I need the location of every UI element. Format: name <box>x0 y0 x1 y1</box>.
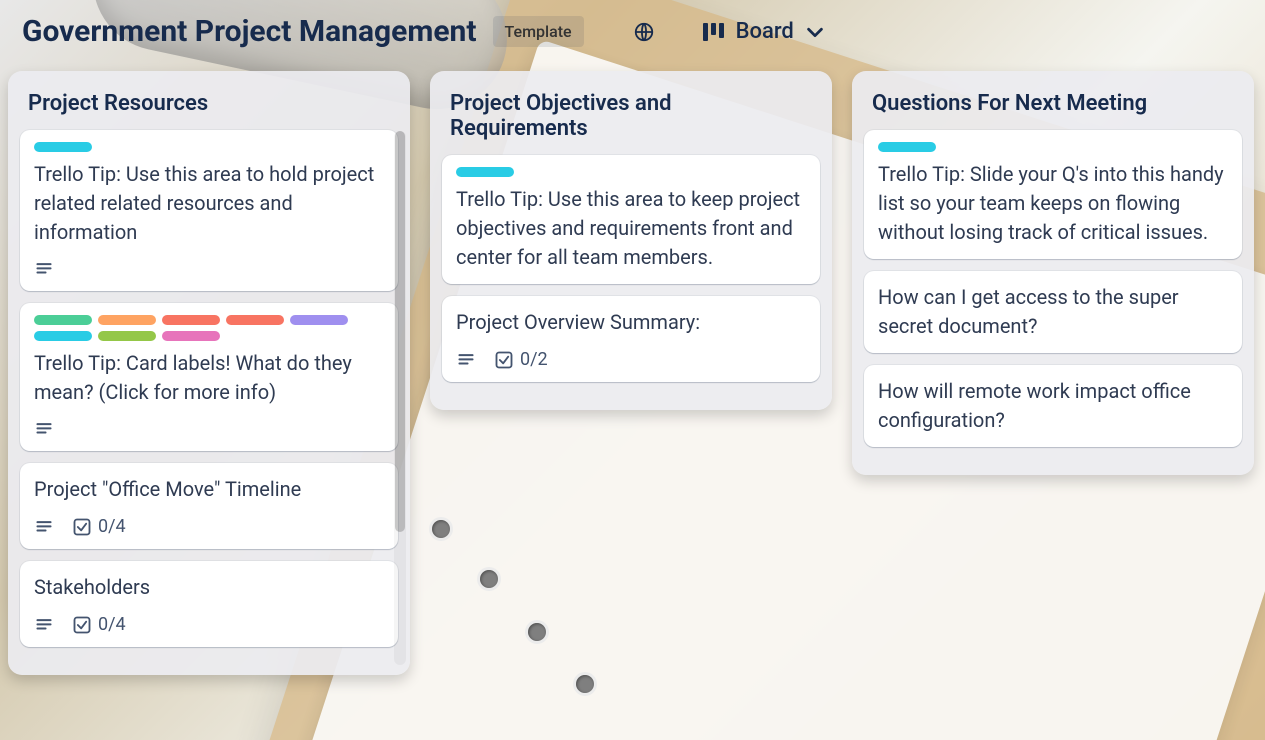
board-view-icon <box>702 21 726 43</box>
checklist-count: 0/2 <box>520 349 548 370</box>
card-badges <box>34 419 384 439</box>
label-green[interactable] <box>34 315 92 325</box>
card-badges: 0/4 <box>34 516 384 537</box>
card-labels <box>878 142 1228 152</box>
card-text: Project "Office Move" Timeline <box>34 475 384 504</box>
description-icon <box>34 517 54 537</box>
card[interactable]: Trello Tip: Slide your Q's into this han… <box>864 130 1242 259</box>
checklist-badge: 0/2 <box>494 349 548 370</box>
card[interactable]: How will remote work impact office confi… <box>864 365 1242 447</box>
checklist-icon <box>494 350 514 370</box>
checklist-badge: 0/4 <box>72 614 126 635</box>
card[interactable]: Stakeholders 0/4 <box>20 561 398 647</box>
chevron-down-icon <box>804 21 826 43</box>
card-badges <box>34 259 384 279</box>
view-label: Board <box>736 19 794 44</box>
globe-icon[interactable] <box>628 16 660 48</box>
card-labels <box>456 167 806 177</box>
label-lime[interactable] <box>98 331 156 341</box>
card-labels <box>34 315 384 341</box>
card[interactable]: Trello Tip: Use this area to hold projec… <box>20 130 398 291</box>
view-switcher[interactable]: Board <box>696 15 832 48</box>
list: Questions For Next Meeting Trello Tip: Sl… <box>852 71 1254 475</box>
card-text: Project Overview Summary: <box>456 308 806 337</box>
checklist-icon <box>72 615 92 635</box>
card-labels <box>34 142 384 152</box>
card-badges: 0/2 <box>456 349 806 370</box>
list-title[interactable]: Project Resources <box>20 85 398 130</box>
label-sky[interactable] <box>34 331 92 341</box>
card-badges: 0/4 <box>34 614 384 635</box>
template-badge[interactable]: Template <box>493 16 584 47</box>
card[interactable]: Project "Office Move" Timeline 0/4 <box>20 463 398 549</box>
label-red[interactable] <box>162 315 220 325</box>
label-red[interactable] <box>226 315 284 325</box>
list: Project Objectives and Requirements Trell… <box>430 71 832 410</box>
list: Project Resources Trello Tip: Use this ar… <box>8 71 410 675</box>
card-text: Stakeholders <box>34 573 384 602</box>
checklist-count: 0/4 <box>98 614 126 635</box>
card-text: How will remote work impact office confi… <box>878 377 1228 435</box>
card-text: How can I get access to the super secret… <box>878 283 1228 341</box>
description-icon <box>34 419 54 439</box>
description-icon <box>34 259 54 279</box>
card-text: Trello Tip: Slide your Q's into this han… <box>878 160 1228 247</box>
scrollbar-thumb[interactable] <box>395 131 405 532</box>
list-title[interactable]: Project Objectives and Requirements <box>442 85 820 155</box>
description-icon <box>456 350 476 370</box>
label-sky[interactable] <box>456 167 514 177</box>
label-purple[interactable] <box>290 315 348 325</box>
checklist-badge: 0/4 <box>72 516 126 537</box>
label-pink[interactable] <box>162 331 220 341</box>
board-header: Government Project Management Template B… <box>0 0 1265 67</box>
card-text: Trello Tip: Use this area to keep projec… <box>456 185 806 272</box>
card-text: Trello Tip: Card labels! What do they me… <box>34 349 384 407</box>
card[interactable]: Trello Tip: Card labels! What do they me… <box>20 303 398 451</box>
checklist-count: 0/4 <box>98 516 126 537</box>
lists-area: Project Resources Trello Tip: Use this ar… <box>0 67 1265 679</box>
label-sky[interactable] <box>878 142 936 152</box>
board-title[interactable]: Government Project Management <box>22 14 477 49</box>
checklist-icon <box>72 517 92 537</box>
list-title[interactable]: Questions For Next Meeting <box>864 85 1242 130</box>
card[interactable]: Project Overview Summary: 0/2 <box>442 296 820 382</box>
description-icon <box>34 615 54 635</box>
card-text: Trello Tip: Use this area to hold projec… <box>34 160 384 247</box>
label-orange[interactable] <box>98 315 156 325</box>
list-scrollbar[interactable] <box>394 131 406 665</box>
card[interactable]: How can I get access to the super secret… <box>864 271 1242 353</box>
card[interactable]: Trello Tip: Use this area to keep projec… <box>442 155 820 284</box>
label-sky[interactable] <box>34 142 92 152</box>
